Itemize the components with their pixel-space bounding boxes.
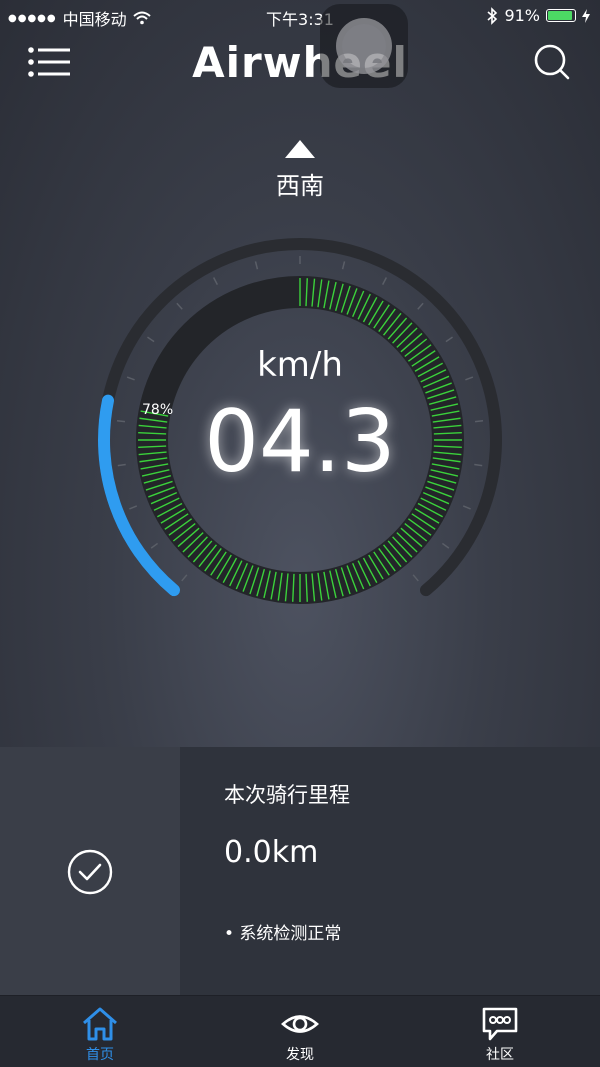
gauge-tick [254,261,259,270]
gauge-tick [147,336,155,343]
gauge-tick [150,542,159,549]
status-panel [0,747,180,995]
gauge-tick [176,302,183,310]
trip-distance: 0.0km [224,835,319,870]
tab-discover[interactable]: 发现 [240,1006,360,1064]
gauge-tick [445,336,453,343]
gauge-tick [441,542,450,549]
check-circle-icon [67,849,113,895]
tab-home[interactable]: 首页 [40,1006,160,1064]
tab-community[interactable]: 社区 [440,1006,560,1064]
gauge-tick [341,261,346,270]
gauge-tick [462,505,471,510]
tab-discover-label: 发现 [286,1047,314,1063]
system-status: • 系统检测正常 [224,924,342,944]
tab-home-label: 首页 [86,1047,114,1063]
gauge-tick [412,574,419,582]
eye-icon [281,1015,319,1033]
tab-bar: 首页 发现 社区 [0,995,600,1067]
trip-panel: 本次骑行里程 0.0km • 系统检测正常 [180,747,600,995]
gauge-tick [381,277,388,285]
speed-unit: km/h [257,345,343,385]
tab-community-label: 社区 [486,1047,514,1063]
speed-value: 04.3 [204,392,396,492]
battery-level-label: 78% [142,402,174,418]
trip-label: 本次骑行里程 [224,783,350,807]
gauge-tick [212,277,219,285]
gauge-tick [417,302,424,310]
gauge-tick [129,505,138,510]
app-screen: ●●●●● 中国移动 下午3:31 91% Airwheel 西南 km/h 0… [0,0,600,1067]
gauge-tick [181,574,188,582]
home-icon [83,1007,117,1041]
chat-bubble-icon [482,1007,518,1041]
